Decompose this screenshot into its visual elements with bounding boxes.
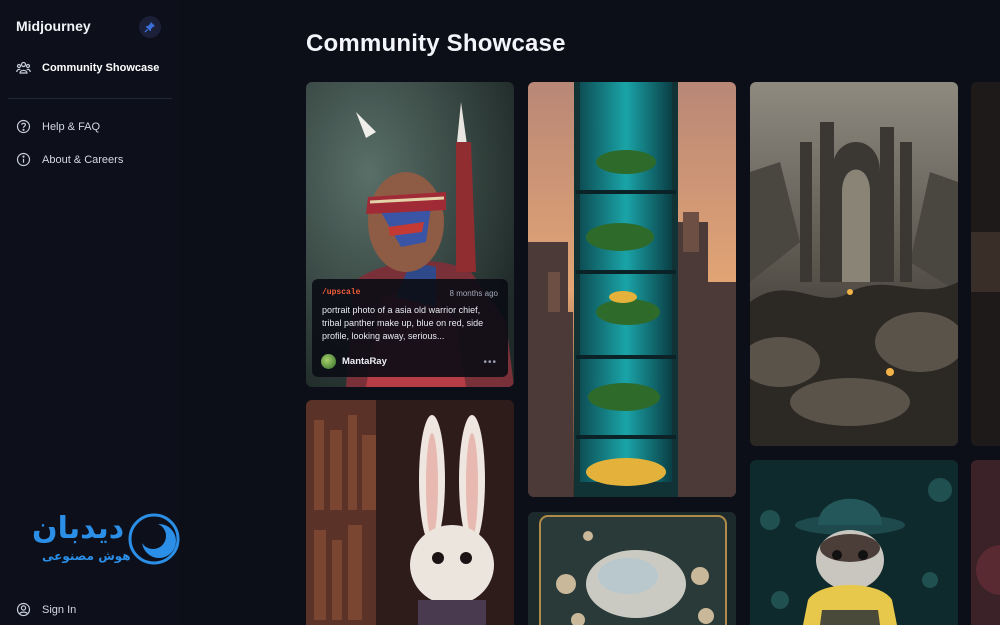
more-options-icon[interactable]: ••• (483, 357, 497, 368)
watermark-ring-icon (128, 513, 180, 565)
user-link[interactable]: MantaRay (321, 354, 387, 369)
hat-creature-image (750, 460, 958, 625)
sidebar-item-community-showcase[interactable]: Community Showcase (16, 60, 159, 75)
sidebar-item-about-careers[interactable]: About & Careers (16, 152, 123, 167)
showcase-image-creature[interactable] (750, 460, 958, 625)
sidebar-item-help-faq[interactable]: Help & FAQ (16, 119, 100, 134)
sidebar-item-label: About & Careers (42, 153, 124, 166)
showcase-image-partial-bottom[interactable] (971, 460, 1000, 625)
watermark-logo: دیدبان هوش مصنوعی (30, 511, 190, 575)
pin-sidebar-button[interactable] (139, 16, 161, 38)
info-icon (16, 152, 31, 167)
prompt-overlay[interactable]: /upscale 8 months ago portrait photo of … (312, 279, 508, 377)
sidebar-divider (8, 98, 172, 99)
partial-image-top (971, 82, 1000, 446)
partial-image-bottom (971, 460, 1000, 625)
pin-icon (144, 22, 155, 33)
sidebar-item-label: Help & FAQ (42, 120, 101, 133)
sign-in-button[interactable]: Sign In (16, 602, 76, 617)
fantasy-map-image (528, 512, 736, 625)
app-brand[interactable]: Midjourney (16, 18, 91, 34)
showcase-image-bunny[interactable] (306, 400, 514, 625)
watermark-subtitle: هوش مصنوعی (42, 549, 131, 563)
community-icon (16, 61, 31, 74)
showcase-image-partial-top[interactable] (971, 82, 1000, 446)
sign-in-label: Sign In (42, 603, 77, 616)
page-title: Community Showcase (306, 30, 566, 57)
bunny-image (306, 400, 514, 625)
showcase-image-aquarium-tower[interactable] (528, 82, 736, 497)
showcase-image-map[interactable] (528, 512, 736, 625)
username: MantaRay (342, 356, 387, 367)
help-icon (16, 119, 31, 134)
avatar (321, 354, 336, 369)
user-circle-icon (16, 602, 31, 617)
aquarium-tower-image (528, 82, 736, 497)
watermark-text: دیدبان (32, 511, 125, 546)
prompt-text: portrait photo of a asia old warrior chi… (322, 305, 484, 341)
cathedral-image (750, 82, 958, 446)
sidebar-item-label: Community Showcase (42, 61, 160, 74)
timestamp: 8 months ago (449, 289, 498, 298)
showcase-image-cathedral[interactable] (750, 82, 958, 446)
